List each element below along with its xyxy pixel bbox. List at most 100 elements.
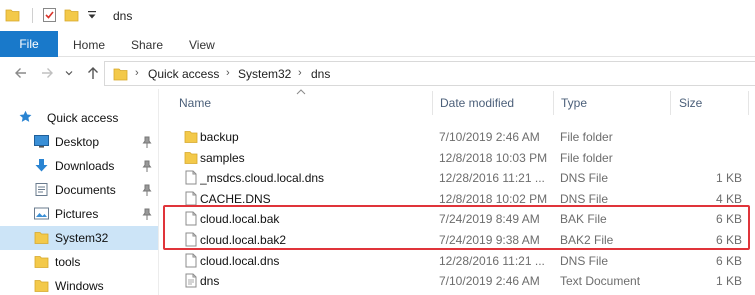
file-type: BAK2 File [560,233,614,247]
back-arrow-icon[interactable] [14,66,28,80]
file-name: cloud.local.bak2 [200,233,287,247]
column-header-name[interactable]: Name [179,96,211,110]
nav-item-label: Quick access [47,111,119,125]
file-type: File folder [560,130,613,144]
folder-icon[interactable] [5,8,20,22]
sort-ascending-chevron-icon [296,89,306,95]
file-date-modified: 12/8/2018 10:03 PM [439,150,548,165]
tab-file[interactable]: File [0,31,58,57]
file-icon [185,253,197,268]
table-row[interactable]: cloud.local.bak2 7/24/2019 9:38 AM BAK2 Fi… [162,229,755,250]
file-size: 1 KB [715,171,742,186]
file-date-modified: 12/28/2016 11:21 ... [439,171,545,186]
breadcrumb-separator[interactable]: › [298,67,302,79]
column-header-date-modified[interactable]: Date modified [440,96,514,110]
file-name: _msdcs.cloud.local.dns [200,171,325,186]
file-type: DNS File [560,191,609,206]
pin-icon[interactable] [142,160,152,172]
recent-locations-chevron-icon[interactable] [64,66,74,80]
table-row[interactable]: _msdcs.cloud.local.dns 12/28/2016 11:21 .… [162,167,755,188]
download-icon [35,159,48,172]
column-divider[interactable] [748,91,749,115]
table-row[interactable]: dns 7/10/2019 2:46 AM Text Document 1 KB [162,270,755,291]
file-type: DNS File [560,253,609,268]
tab-view[interactable]: View [189,38,215,52]
customize-toolbar-dropdown-icon[interactable] [87,9,97,21]
star-icon [19,110,32,122]
forward-arrow-icon[interactable] [40,66,54,80]
column-divider[interactable] [670,91,671,115]
pin-icon[interactable] [142,208,152,220]
breadcrumb-system32[interactable]: System32 [238,67,291,81]
nav-item-label: System32 [55,231,109,245]
nav-item-downloads[interactable]: Downloads [0,154,158,178]
table-row[interactable]: cloud.local.dns 12/28/2016 11:21 ... DNS F… [162,250,755,271]
nav-item-quick-access[interactable]: Quick access [0,106,158,130]
folder-icon [34,256,49,268]
nav-item-label: tools [55,255,81,269]
nav-item-desktop[interactable]: Desktop [0,130,158,154]
nav-item-label: Desktop [55,135,100,149]
file-type: File folder [560,150,613,165]
file-type: BAK File [560,212,607,227]
file-name: CACHE.DNS [200,191,271,206]
file-name: dns [200,274,220,289]
file-size: 6 KB [715,212,742,227]
file-type: Text Document [560,274,641,289]
column-header-type[interactable]: Type [561,96,587,110]
table-row[interactable]: backup 7/10/2019 2:46 AM File folder [162,126,755,147]
text-document-icon [185,273,197,288]
documents-icon [35,183,48,196]
folder-icon [34,280,49,292]
file-size: 1 KB [715,274,742,289]
properties-icon[interactable] [42,8,57,22]
nav-item-label: Windows [55,279,104,293]
file-date-modified: 7/10/2019 2:46 AM [439,274,540,289]
file-icon [185,211,197,226]
file-icon [185,170,197,185]
folder-icon [113,68,128,81]
nav-item-documents[interactable]: Documents [0,178,158,202]
pin-icon[interactable] [142,184,152,196]
file-date-modified: 12/8/2018 10:02 PM [439,191,548,206]
file-list: Name Date modified Type Size backup 7/10/… [162,89,755,295]
nav-item-system32[interactable]: System32 [0,226,158,250]
column-header-size[interactable]: Size [679,96,702,110]
new-folder-icon[interactable] [64,8,79,22]
ribbon-tabs: File Home Share View [0,31,755,57]
file-date-modified: 7/24/2019 8:49 AM [439,212,540,227]
column-divider[interactable] [432,91,433,115]
breadcrumb-quick-access[interactable]: Quick access [148,67,219,81]
file-size: 6 KB [715,253,742,268]
folder-icon [34,232,49,244]
column-divider[interactable] [553,91,554,115]
toolbar-separator [32,8,33,23]
table-row[interactable]: samples 12/8/2018 10:03 PM File folder [162,147,755,168]
table-row[interactable]: CACHE.DNS 12/8/2018 10:02 PM DNS File 4 KB [162,188,755,209]
file-size: 4 KB [715,191,742,206]
breadcrumb-dns[interactable]: dns [311,67,330,81]
navigation-bar: › Quick access › System32 › dns [0,58,755,89]
pictures-icon [34,207,49,220]
pin-icon[interactable] [142,136,152,148]
desktop-icon [34,135,49,148]
breadcrumb-separator[interactable]: › [135,67,139,79]
window-title: dns [113,9,133,23]
file-name: backup [200,130,239,144]
breadcrumb-separator[interactable]: › [226,67,230,79]
table-row[interactable]: cloud.local.bak 7/24/2019 8:49 AM BAK File… [162,208,755,229]
file-date-modified: 7/10/2019 2:46 AM [439,130,540,144]
address-bar[interactable]: › Quick access › System32 › dns [104,61,755,86]
nav-item-label: Pictures [55,207,99,221]
tab-share[interactable]: Share [131,38,163,52]
file-name: cloud.local.bak [200,212,280,227]
navigation-pane-divider[interactable] [158,89,159,295]
up-arrow-icon[interactable] [86,66,100,80]
file-type: DNS File [560,171,609,186]
nav-item-windows[interactable]: Windows [0,274,158,295]
nav-item-pictures[interactable]: Pictures [0,202,158,226]
nav-item-tools[interactable]: tools [0,250,158,274]
nav-item-label: Downloads [55,159,115,173]
tab-home[interactable]: Home [73,38,105,52]
file-size: 6 KB [715,233,742,247]
